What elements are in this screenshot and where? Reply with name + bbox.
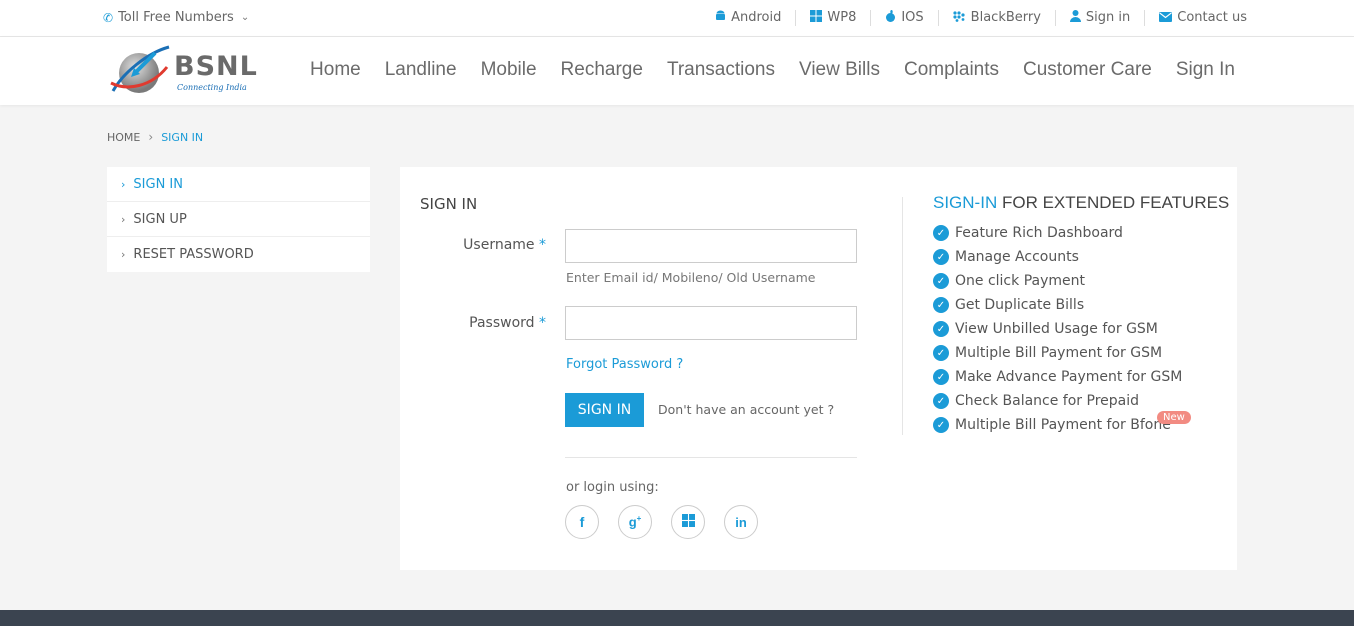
- nav-sign-in[interactable]: Sign In: [1176, 59, 1235, 81]
- brand-name: BSNL: [174, 51, 258, 82]
- breadcrumb-home[interactable]: HOME: [107, 131, 140, 144]
- signin-top-link[interactable]: Sign in: [1054, 10, 1144, 26]
- or-login-label: or login using:: [566, 480, 659, 495]
- check-circle-icon: ✓: [933, 273, 949, 289]
- wp8-link[interactable]: WP8: [795, 10, 870, 26]
- list-item: ✓ View Unbilled Usage for GSM: [933, 317, 1182, 341]
- check-circle-icon: ✓: [933, 249, 949, 265]
- list-item: ✓ Feature Rich Dashboard: [933, 221, 1182, 245]
- username-hint: Enter Email id/ Mobileno/ Old Username: [566, 270, 816, 285]
- main-nav: Home Landline Mobile Recharge Transactio…: [310, 59, 1235, 81]
- list-item: ✓ Check Balance for Prepaid: [933, 389, 1182, 413]
- check-circle-icon: ✓: [933, 225, 949, 241]
- nav-landline[interactable]: Landline: [385, 59, 457, 81]
- contact-us-link[interactable]: Contact us: [1144, 10, 1247, 26]
- nav-complaints[interactable]: Complaints: [904, 59, 999, 81]
- password-label: Password *: [469, 315, 546, 331]
- nav-recharge[interactable]: Recharge: [561, 59, 643, 81]
- brand-tagline: Connecting India: [177, 83, 247, 92]
- username-input[interactable]: [565, 229, 857, 263]
- nav-customer-care[interactable]: Customer Care: [1023, 59, 1152, 81]
- envelope-icon: [1159, 10, 1173, 26]
- form-title: SIGN IN: [420, 195, 478, 213]
- forgot-password-link[interactable]: Forgot Password ?: [566, 357, 683, 372]
- nav-transactions[interactable]: Transactions: [667, 59, 775, 81]
- check-circle-icon: ✓: [933, 417, 949, 433]
- vertical-divider: [902, 197, 903, 435]
- chevron-down-icon: ⌄: [240, 12, 250, 23]
- features-list: ✓ Feature Rich Dashboard ✓ Manage Accounts…: [933, 221, 1191, 437]
- features-title: SIGN-IN FOR EXTENDED FEATURES: [933, 193, 1230, 212]
- nav-mobile[interactable]: Mobile: [481, 59, 537, 81]
- google-plus-icon: g+: [628, 514, 642, 530]
- blackberry-link[interactable]: BlackBerry: [937, 10, 1055, 26]
- android-link[interactable]: Android: [701, 10, 795, 26]
- ios-link[interactable]: IOS: [870, 10, 937, 26]
- list-item: ✓ One click Payment: [933, 269, 1182, 293]
- sidemenu-item-sign-in[interactable]: › SIGN IN: [107, 167, 370, 202]
- main-header: BSNL Connecting India Home Landline Mobi…: [0, 37, 1354, 105]
- toll-free-label: Toll Free Numbers: [118, 10, 234, 25]
- check-circle-icon: ✓: [933, 321, 949, 337]
- chevron-right-icon: ›: [148, 130, 154, 144]
- globe-logo-icon: [110, 45, 170, 93]
- breadcrumb-current: SIGN IN: [161, 130, 204, 144]
- nav-view-bills[interactable]: View Bills: [799, 59, 880, 81]
- windows-icon: [681, 514, 695, 530]
- list-item: ✓ Get Duplicate Bills: [933, 293, 1182, 317]
- list-item: ✓ Make Advance Payment for GSM: [933, 365, 1182, 389]
- chevron-right-icon: ›: [121, 212, 126, 226]
- apple-icon: [885, 10, 896, 26]
- footer: [0, 610, 1354, 626]
- top-links: Android WP8 IOS BlackBerry Sign in Conta…: [701, 10, 1247, 26]
- chevron-right-icon: ›: [121, 177, 126, 191]
- required-mark: *: [539, 315, 546, 331]
- user-icon: [1069, 10, 1081, 26]
- nav-home[interactable]: Home: [310, 59, 361, 81]
- check-circle-icon: ✓: [933, 369, 949, 385]
- side-menu: › SIGN IN › SIGN UP › RESET PASSWORD: [107, 167, 370, 272]
- new-badge: New: [1157, 411, 1191, 424]
- check-circle-icon: ✓: [933, 297, 949, 313]
- list-item: ✓ Manage Accounts: [933, 245, 1182, 269]
- check-circle-icon: ✓: [933, 393, 949, 409]
- social-login-buttons: f g+ in: [565, 505, 758, 539]
- sign-in-button[interactable]: SIGN IN: [565, 393, 644, 427]
- android-icon: [715, 10, 726, 26]
- username-label: Username *: [463, 237, 546, 253]
- no-account-link[interactable]: Don't have an account yet ?: [658, 402, 834, 417]
- check-circle-icon: ✓: [933, 345, 949, 361]
- phone-icon: ✆: [103, 10, 114, 25]
- chevron-right-icon: ›: [121, 248, 126, 261]
- breadcrumb: HOME › SIGN IN: [107, 130, 203, 144]
- windows-login-button[interactable]: [671, 505, 705, 539]
- divider: [565, 457, 857, 458]
- list-item: ✓ Multiple Bill Payment for Bfone New: [933, 411, 1191, 437]
- bsnl-logo[interactable]: BSNL Connecting India: [107, 43, 257, 99]
- required-mark: *: [539, 237, 546, 253]
- facebook-login-button[interactable]: f: [565, 505, 599, 539]
- sidemenu-item-reset-password[interactable]: › RESET PASSWORD: [107, 237, 370, 272]
- signin-panel: SIGN IN Username * Enter Email id/ Mobil…: [400, 167, 1237, 570]
- linkedin-login-button[interactable]: in: [724, 505, 758, 539]
- blackberry-icon: [953, 10, 966, 26]
- windows-icon: [810, 10, 823, 26]
- toll-free-dropdown[interactable]: ✆ Toll Free Numbers ⌄: [103, 10, 249, 25]
- google-plus-login-button[interactable]: g+: [618, 505, 652, 539]
- linkedin-icon: in: [735, 514, 747, 530]
- sidemenu-item-sign-up[interactable]: › SIGN UP: [107, 202, 370, 237]
- list-item: ✓ Multiple Bill Payment for GSM: [933, 341, 1182, 365]
- top-utility-bar: ✆ Toll Free Numbers ⌄ Android WP8 IOS Bl…: [0, 0, 1354, 37]
- password-input[interactable]: [565, 306, 857, 340]
- facebook-icon: f: [579, 514, 585, 530]
